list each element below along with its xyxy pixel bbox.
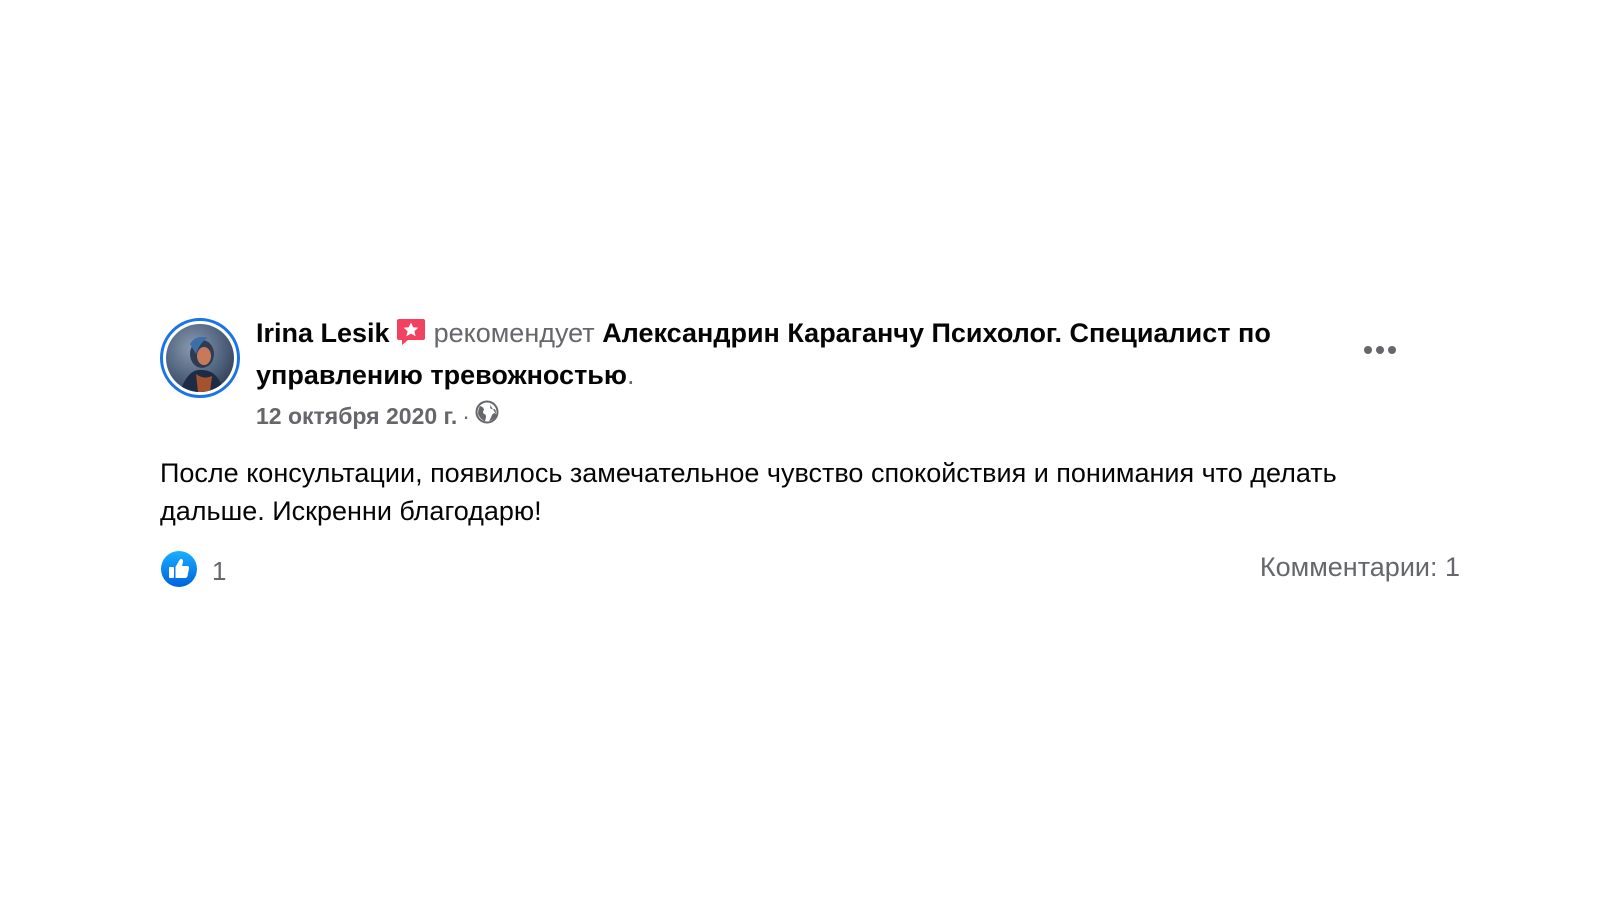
like-count: 1 (212, 556, 227, 586)
headline-period: . (626, 360, 635, 390)
meta-separator: · (462, 402, 470, 429)
avatar-image (166, 324, 234, 392)
more-options-button[interactable] (1358, 340, 1402, 360)
avatar[interactable] (160, 318, 240, 398)
post-date[interactable]: 12 октября 2020 г. (256, 401, 457, 431)
post-body-text: После консультации, появилось замечатель… (160, 458, 1337, 526)
globe-icon (475, 400, 499, 431)
more-dots-icon (1364, 346, 1396, 354)
reactions-summary[interactable]: 1 (160, 550, 226, 593)
post-headline: Irina Lesik рекомендует Александрин Караг… (256, 314, 1341, 394)
post-footer: 1 Комментарии: 1 (160, 550, 1460, 590)
like-icon (160, 550, 198, 593)
review-post: Irina Lesik рекомендует Александрин Караг… (160, 318, 1460, 590)
post-header: Irina Lesik рекомендует Александрин Караг… (160, 318, 1460, 440)
recommend-star-icon (396, 318, 426, 356)
post-header-text: Irina Lesik рекомендует Александрин Караг… (256, 314, 1341, 431)
comments-count-link[interactable]: Комментарии: 1 (1260, 552, 1460, 583)
author-name[interactable]: Irina Lesik (256, 318, 390, 348)
recommends-verb: рекомендует (433, 318, 595, 348)
post-meta: 12 октября 2020 г. · (256, 400, 1341, 431)
